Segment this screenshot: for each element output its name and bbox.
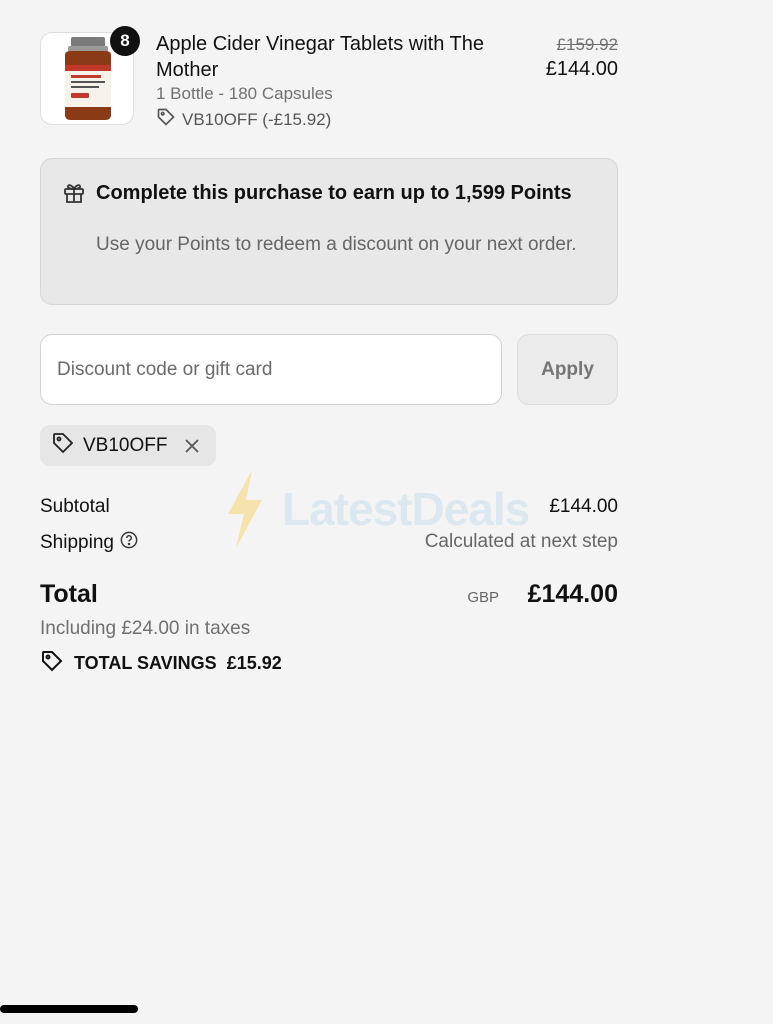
gift-icon [62,181,86,210]
total-label: Total [40,580,98,608]
savings-value: £15.92 [226,653,282,673]
watermark-text: LatestDeals [282,483,530,535]
home-indicator [0,1005,138,1013]
remove-code-icon[interactable] [183,437,201,455]
product-name: Apple Cider Vinegar Tablets with The Mot… [156,33,484,81]
total-value: £144.00 [527,580,618,608]
product-discount: VB10OFF (-£15.92) [156,107,331,132]
apply-button[interactable]: Apply [517,334,618,405]
savings-label: TOTAL SAVINGS [74,653,217,673]
subtotal-value: £144.00 [549,496,618,517]
lightning-icon [228,470,262,548]
total-savings: TOTAL SAVINGS £15.92 [40,649,282,678]
subtotal-label: Subtotal [40,496,110,517]
applied-code-label: VB10OFF [83,434,168,456]
discount-code-input[interactable] [40,334,502,405]
applied-code-chip: VB10OFF [40,425,216,466]
shipping-value: Calculated at next step [424,531,618,552]
tax-note: Including £24.00 in taxes [40,618,251,639]
shipping-label: Shipping [40,532,114,553]
tag-icon [51,431,75,460]
original-price: £159.92 [556,35,618,54]
product-discount-label: VB10OFF (-£15.92) [182,109,332,129]
tag-icon [156,107,176,132]
tag-icon [40,649,64,678]
points-subtitle: Use your Points to redeem a discount on … [96,234,577,255]
shipping-row: Shipping [40,531,138,555]
quantity-badge: 8 [110,26,140,56]
currency-code: GBP [467,589,499,606]
help-icon[interactable] [120,531,138,555]
points-title: Complete this purchase to earn up to 1,5… [96,182,572,204]
product-variant: 1 Bottle - 180 Capsules [156,84,333,103]
product-price: £144.00 [545,58,618,80]
